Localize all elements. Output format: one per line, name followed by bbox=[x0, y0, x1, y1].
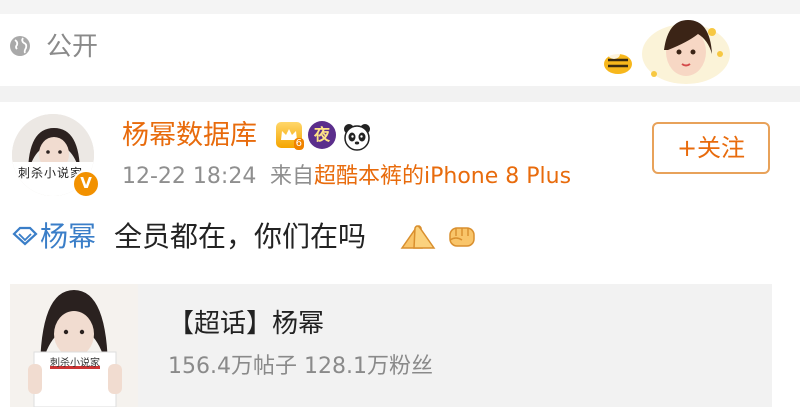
post-time: 12-22 18:24 bbox=[122, 164, 257, 189]
post-source: 来自超酷本裤的iPhone 8 Plus bbox=[270, 162, 571, 192]
supertopic-link[interactable]: 杨幂 bbox=[40, 218, 96, 256]
supertopic-title[interactable]: 【超话】杨幂 bbox=[168, 306, 324, 342]
visibility-label[interactable]: 公开 bbox=[46, 30, 98, 64]
source-link[interactable]: 超酷本裤的iPhone 8 Plus bbox=[314, 164, 571, 189]
vip-crown-icon[interactable]: 6 bbox=[276, 122, 304, 150]
pray-hands-emoji-icon bbox=[400, 225, 436, 249]
top-strip bbox=[0, 0, 800, 15]
supertopic-card-image[interactable]: 刺杀小说家 bbox=[10, 284, 138, 407]
globe-icon bbox=[10, 36, 30, 56]
supertopic-stats: 156.4万帖子 128.1万粉丝 bbox=[168, 354, 433, 379]
follow-button[interactable]: +关注 bbox=[652, 122, 770, 174]
verified-badge-icon: V bbox=[72, 170, 100, 198]
source-prefix: 来自 bbox=[270, 164, 315, 189]
supertopic-diamond-icon bbox=[12, 226, 38, 246]
post-text: 全员都在，你们在吗 bbox=[114, 220, 367, 253]
user-name[interactable]: 杨幂数据库 bbox=[122, 118, 257, 154]
separator-band bbox=[0, 86, 800, 102]
fist-emoji-icon bbox=[449, 227, 475, 247]
sticker-decoration bbox=[604, 20, 730, 84]
crown-level: 6 bbox=[293, 138, 304, 150]
book-caption: 刺杀小说家 bbox=[50, 358, 100, 369]
panda-icon[interactable] bbox=[342, 121, 372, 151]
night-badge-icon[interactable]: 夜 bbox=[308, 121, 336, 149]
card-portrait bbox=[10, 284, 138, 407]
